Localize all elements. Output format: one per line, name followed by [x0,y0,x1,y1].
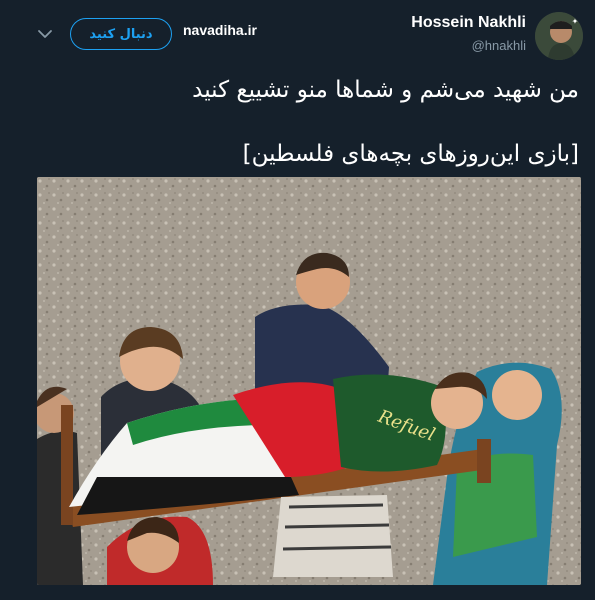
photo-illustration: Refuel [37,177,581,585]
tweet-card: ✦ Hossein Nakhli @hnakhli navadiha.ir دن… [0,0,595,600]
user-handle[interactable]: @hnakhli [472,38,526,53]
tweet-photo[interactable]: Refuel [37,177,581,585]
watermark-text: navadiha.ir [183,22,257,38]
display-name[interactable]: Hossein Nakhli [411,14,526,32]
user-avatar[interactable]: ✦ [535,12,583,60]
tweet-text-line-2: [بازی این‌روزهای بچه‌های فلسطین] [242,141,579,167]
child-front-keffiyeh [273,495,393,577]
tweet-text-line-1: من شهید می‌شم و شماها منو تشییع کنید [192,77,579,103]
follow-button[interactable]: دنبال کنید [70,18,172,50]
avatar-image: ✦ [535,12,583,60]
chevron-down-icon[interactable] [36,26,54,42]
svg-text:✦: ✦ [572,17,579,26]
